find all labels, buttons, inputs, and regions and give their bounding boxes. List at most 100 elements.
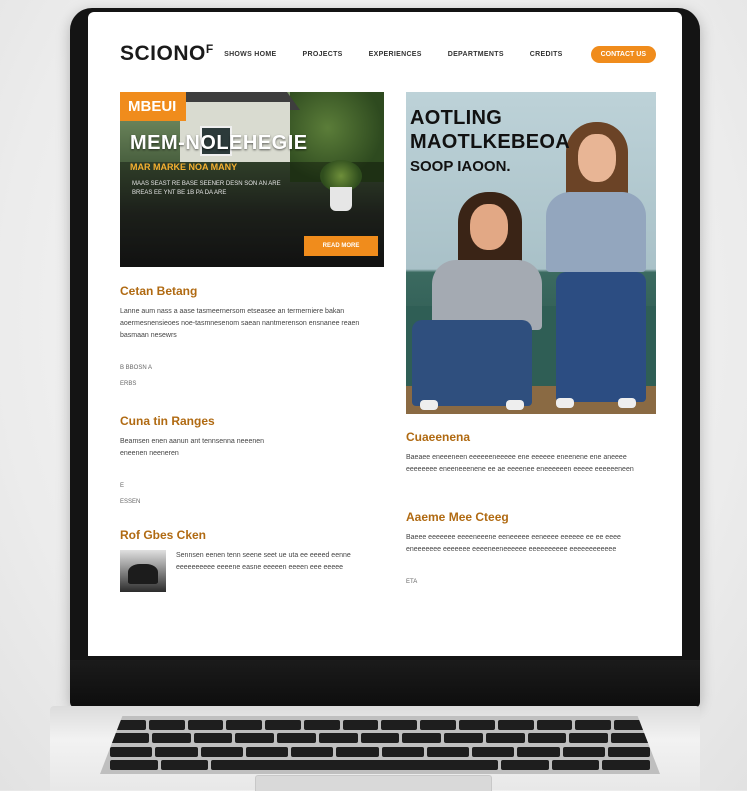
nav-item-departments[interactable]: DEPARTMENTS: [448, 51, 504, 58]
shoe-image: [556, 398, 574, 408]
key: [110, 733, 149, 744]
meta-line: B BBOSN A: [120, 365, 153, 371]
key: [342, 720, 379, 730]
key: [459, 720, 495, 730]
key: [602, 759, 651, 770]
section-meta: E ESSEN: [120, 478, 382, 510]
laptop-bezel-chin: [70, 660, 700, 708]
key: [265, 720, 301, 730]
person-right-legs: [556, 272, 646, 402]
section-title: Cuaeenena: [406, 430, 471, 444]
key: [536, 720, 573, 730]
section-title: Aaeme Mee Cteeg: [406, 510, 509, 524]
key: [187, 720, 224, 730]
hero-read-more-button[interactable]: READ MORE: [304, 236, 378, 256]
key: [527, 733, 567, 744]
section-text: Beamsen enen aanun ant tennsenna neeenen…: [120, 438, 265, 457]
section-title: Rof Gbes Cken: [120, 528, 207, 542]
nav-item-home[interactable]: SHOWS HOME: [224, 51, 276, 58]
key: [420, 720, 457, 730]
key: [500, 759, 549, 770]
person-right-face: [578, 134, 616, 182]
key: [444, 733, 483, 744]
key: [336, 746, 379, 757]
section-news: Rof Gbes Cken Sennsen eenen tenn seene s…: [120, 528, 382, 592]
feature-title-line: AOTLING: [410, 107, 503, 129]
key: [472, 746, 515, 757]
key: [155, 746, 198, 757]
hero-subtitle: MAR MARKE NOA MANY: [130, 162, 238, 172]
feature-title: AOTLING MAOTLKEBEOA: [410, 106, 570, 154]
key: [193, 733, 233, 744]
key: [611, 733, 650, 744]
meta-line[interactable]: ESSEN: [120, 494, 382, 510]
news-text: Sennsen eenen tenn seene seet ue uta ee …: [176, 552, 351, 571]
section-title: Cuna tin Ranges: [120, 414, 215, 428]
laptop-screen: SCIONOF SHOWS HOME PROJECTS EXPERIENCES …: [88, 12, 682, 656]
nav-item-credits[interactable]: CREDITS: [530, 51, 563, 58]
key: [402, 733, 442, 744]
key-row: [110, 720, 650, 730]
shoe-image: [618, 398, 636, 408]
key: [151, 733, 191, 744]
hero-card: MBEUI MEM-NOLEHEGIE MAR MARKE NOA MANY M…: [120, 92, 384, 267]
key: [381, 746, 424, 757]
section-text: Baeaee eneeeneen eeeeeeneeeee ene eeeeee…: [406, 454, 634, 473]
meta-line[interactable]: ERBS: [120, 376, 382, 392]
shoe-image: [506, 400, 524, 410]
key: [291, 746, 334, 757]
keyboard: [100, 716, 660, 774]
key: [426, 746, 469, 757]
hero-tag: MBEUI: [120, 92, 187, 121]
nav-item-projects[interactable]: PROJECTS: [303, 51, 343, 58]
key: [226, 720, 263, 730]
key: [235, 733, 275, 744]
section-title: Cetan Betang: [120, 284, 198, 298]
person-left-face: [470, 204, 508, 250]
key-row: [110, 733, 650, 744]
hero-title: MEM-NOLEHEGIE: [130, 132, 308, 154]
key: [110, 746, 153, 757]
contact-button[interactable]: CONTACT US: [590, 45, 656, 63]
key: [551, 759, 600, 770]
key: [318, 733, 358, 744]
section-meta[interactable]: ETA: [406, 574, 656, 590]
key-row: [110, 746, 650, 757]
touchpad: [255, 775, 492, 791]
key-row: [110, 759, 651, 770]
site-header: SCIONOF SHOWS HOME PROJECTS EXPERIENCES …: [120, 40, 656, 68]
logo-mark: F: [205, 42, 214, 56]
meta-line: E: [120, 483, 125, 489]
laptop: SCIONOF SHOWS HOME PROJECTS EXPERIENCES …: [0, 0, 747, 791]
logo-text: SCIONO: [120, 42, 206, 65]
key: [607, 746, 650, 757]
news-thumbnail[interactable]: [120, 550, 166, 592]
key: [360, 733, 400, 744]
main-nav: SHOWS HOME PROJECTS EXPERIENCES DEPARTME…: [224, 51, 563, 58]
key: [200, 746, 243, 757]
feature-photo: AOTLING MAOTLKEBEOA SOOP IAOON.: [406, 92, 656, 414]
news-item[interactable]: Sennsen eenen tenn seene seet ue uta ee …: [120, 550, 382, 592]
feature-title-line: MAOTLKEBEOA: [410, 131, 570, 153]
key: [575, 720, 612, 730]
key: [148, 720, 185, 730]
shoe-image: [420, 400, 438, 410]
section-text: Baeee eeeeeee eeeeneeene eeneeeee eeneee…: [406, 534, 621, 553]
site-logo[interactable]: SCIONOF: [120, 42, 214, 66]
key: [569, 733, 609, 744]
key: [303, 720, 340, 730]
key: [160, 759, 209, 770]
section-right-1: Cuaeenena Baeaee eneeeneen eeeeeeneeeee …: [406, 430, 656, 476]
section-right-2: Aaeme Mee Cteeg Baeee eeeeeee eeeeneeene…: [406, 510, 656, 590]
section-ranges: Cuna tin Ranges Beamsen enen aanun ant t…: [120, 414, 382, 510]
person-left-legs: [412, 320, 532, 406]
spacebar-key: [211, 759, 498, 770]
key: [485, 733, 525, 744]
section-meta: B BBOSN A ERBS: [120, 360, 382, 392]
key: [497, 720, 534, 730]
nav-item-experiences[interactable]: EXPERIENCES: [369, 51, 422, 58]
section-intro: Cetan Betang Lanne aum nass a aase tasme…: [120, 284, 382, 392]
key: [277, 733, 316, 744]
hero-body: MAAS SEAST RE BASE SEENER DESN SON AN AR…: [132, 181, 281, 196]
key: [381, 720, 418, 730]
